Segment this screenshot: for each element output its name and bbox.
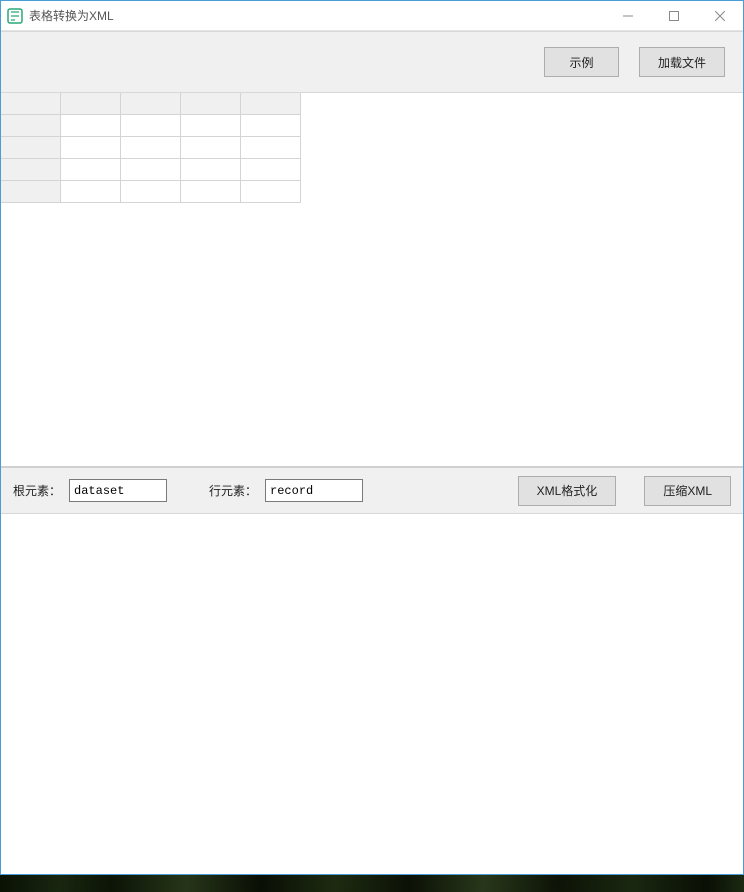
close-button[interactable] xyxy=(697,1,743,31)
table-header-row xyxy=(1,93,301,115)
cell[interactable] xyxy=(121,115,181,137)
row-element-label: 行元素： xyxy=(209,482,257,499)
format-xml-button[interactable]: XML格式化 xyxy=(518,476,617,506)
row-header[interactable] xyxy=(1,137,61,159)
cell[interactable] xyxy=(181,137,241,159)
row-header[interactable] xyxy=(1,159,61,181)
cell[interactable] xyxy=(181,159,241,181)
window-controls xyxy=(605,1,743,30)
cell[interactable] xyxy=(181,115,241,137)
data-grid[interactable] xyxy=(1,93,301,203)
table-row xyxy=(1,181,301,203)
cell[interactable] xyxy=(181,181,241,203)
cell[interactable] xyxy=(121,181,181,203)
corner-cell[interactable] xyxy=(1,93,61,115)
top-toolbar: 示例 加载文件 xyxy=(1,31,743,93)
cell[interactable] xyxy=(61,181,121,203)
cell[interactable] xyxy=(61,159,121,181)
desktop-background-strip xyxy=(0,875,744,892)
cell[interactable] xyxy=(241,181,301,203)
row-header[interactable] xyxy=(1,181,61,203)
root-element-input[interactable] xyxy=(69,479,167,502)
minimize-button[interactable] xyxy=(605,1,651,31)
app-icon xyxy=(7,8,23,24)
table-row xyxy=(1,115,301,137)
row-element-input[interactable] xyxy=(265,479,363,502)
column-header[interactable] xyxy=(241,93,301,115)
column-header[interactable] xyxy=(61,93,121,115)
example-button[interactable]: 示例 xyxy=(544,47,619,77)
row-header[interactable] xyxy=(1,115,61,137)
application-window: 表格转换为XML 示例 加载文件 xyxy=(0,0,744,875)
cell[interactable] xyxy=(121,159,181,181)
cell[interactable] xyxy=(61,137,121,159)
column-header[interactable] xyxy=(121,93,181,115)
cell[interactable] xyxy=(241,159,301,181)
table-row xyxy=(1,137,301,159)
cell[interactable] xyxy=(241,137,301,159)
maximize-button[interactable] xyxy=(651,1,697,31)
table-panel xyxy=(1,93,743,466)
cell[interactable] xyxy=(241,115,301,137)
column-header[interactable] xyxy=(181,93,241,115)
compress-xml-button[interactable]: 压缩XML xyxy=(644,476,731,506)
cell[interactable] xyxy=(121,137,181,159)
load-file-button[interactable]: 加载文件 xyxy=(639,47,725,77)
table-row xyxy=(1,159,301,181)
root-element-label: 根元素： xyxy=(13,482,61,499)
window-title: 表格转换为XML xyxy=(29,7,605,24)
output-panel[interactable] xyxy=(1,514,743,874)
middle-toolbar: 根元素： 行元素： XML格式化 压缩XML xyxy=(1,466,743,514)
cell[interactable] xyxy=(61,115,121,137)
titlebar: 表格转换为XML xyxy=(1,1,743,31)
